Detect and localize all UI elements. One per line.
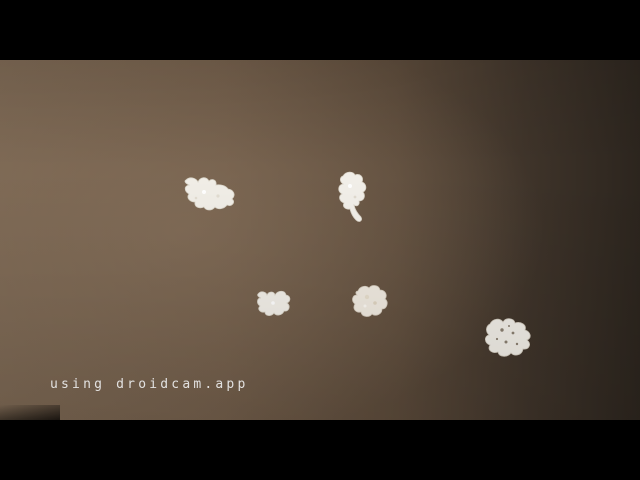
white-spot-3 [257,290,291,316]
white-spot-4 [352,285,388,317]
corner-shadow [0,405,60,420]
camera-view: using droidcam.app [0,60,640,420]
letterbox-bottom [0,420,640,480]
camera-frame: using droidcam.app [0,0,640,480]
white-spot-5 [484,318,531,357]
letterbox-top [0,0,640,60]
white-spot-1 [184,177,235,211]
white-spot-2 [338,171,367,222]
watermark-text: using droidcam.app [50,377,249,392]
